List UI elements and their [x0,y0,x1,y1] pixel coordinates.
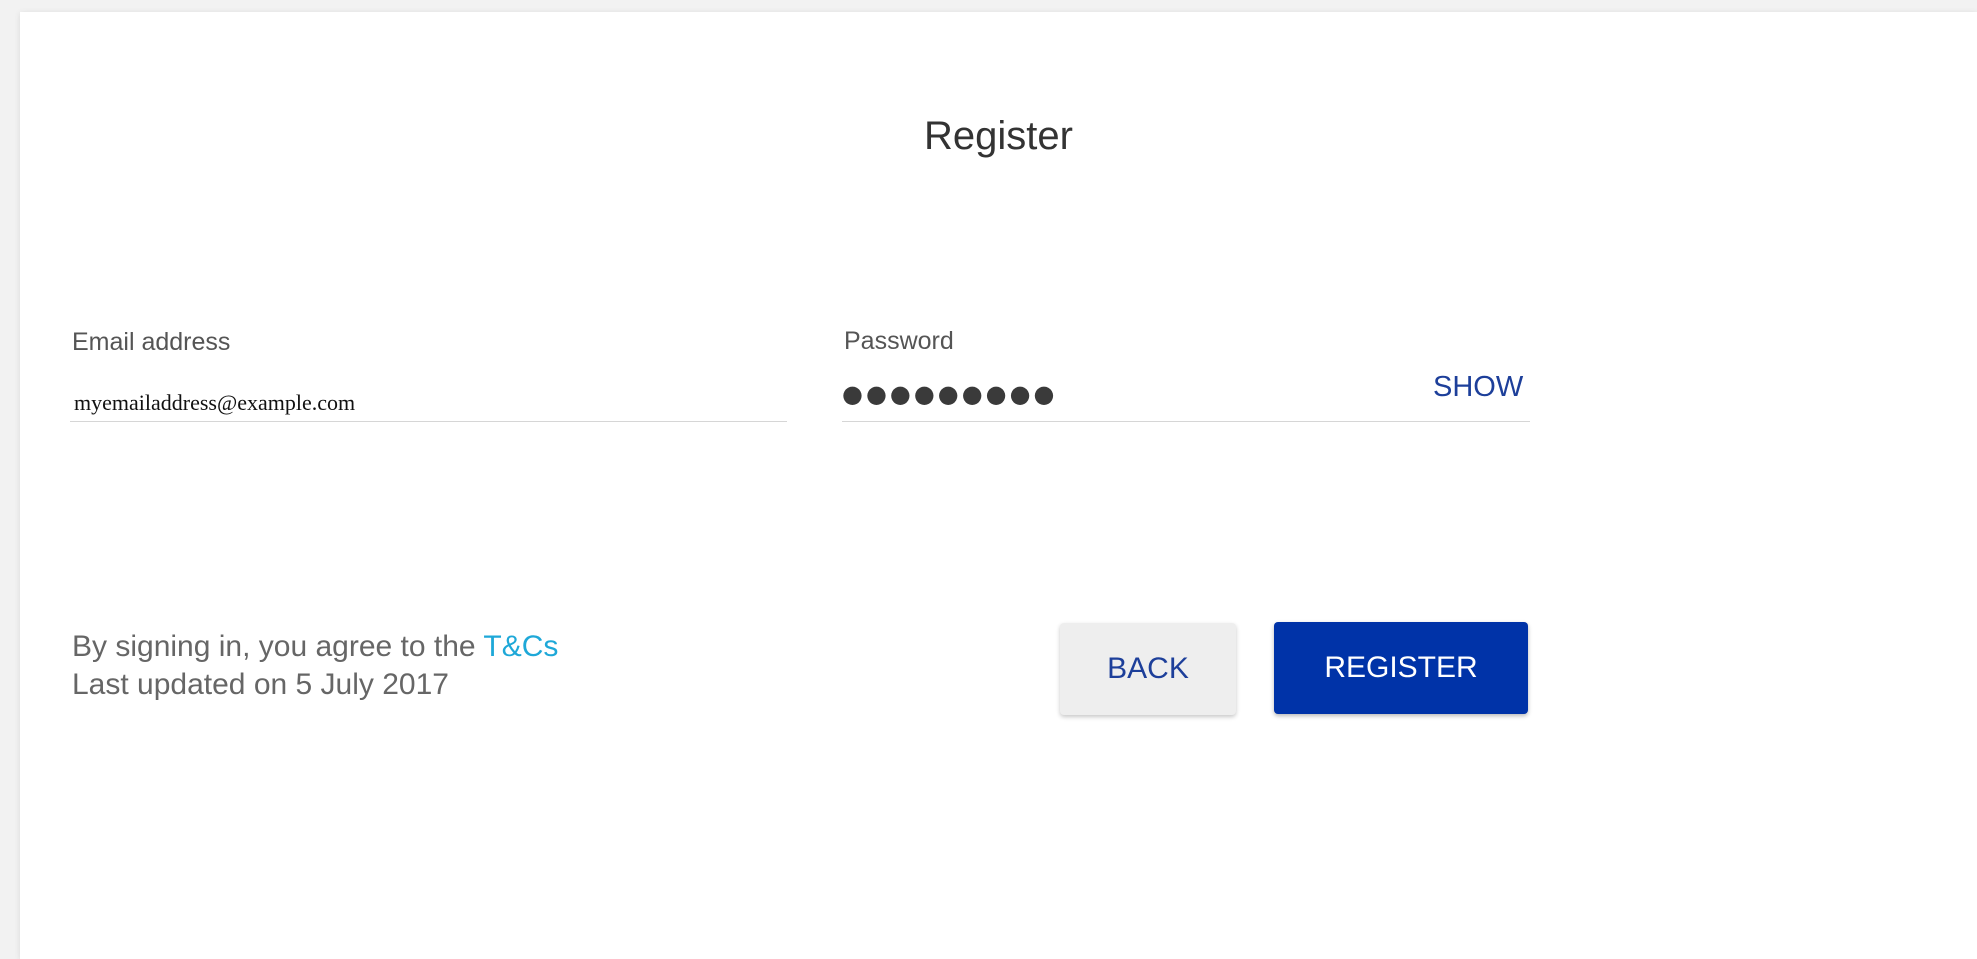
email-field[interactable]: myemailaddress@example.com [74,390,355,416]
back-button[interactable]: BACK [1060,623,1236,715]
password-label: Password [844,327,954,355]
password-field[interactable]: ●●●●●●●●● [842,380,1057,408]
last-updated-text: Last updated on 5 July 2017 [72,668,449,701]
show-password-toggle[interactable]: SHOW [1433,371,1523,404]
page-title: Register [924,114,1073,158]
password-field-underline [842,421,1530,422]
register-card: Register Email address myemailaddress@ex… [20,12,1977,959]
terms-prefix: By signing in, you agree to the [72,630,484,663]
terms-notice: By signing in, you agree to the T&Cs Las… [72,628,558,704]
terms-link[interactable]: T&Cs [483,630,558,663]
terms-line: By signing in, you agree to the T&Cs [72,628,558,666]
email-field-underline [70,421,787,422]
register-button[interactable]: REGISTER [1274,622,1528,714]
email-label: Email address [72,328,231,356]
